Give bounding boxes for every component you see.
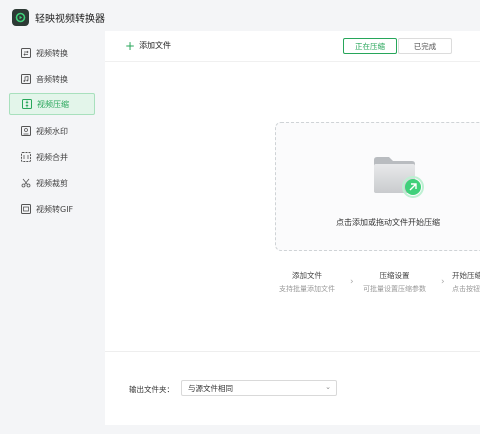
drop-zone-text: 点击添加或拖动文件开始压缩 bbox=[336, 218, 440, 227]
bottom-strip bbox=[105, 425, 480, 434]
sidebar: 视频转换 音频转换 视频压缩 视频水印 视频合并 视频裁剪 视频转GIF bbox=[0, 34, 104, 434]
scissors-icon bbox=[21, 178, 31, 188]
merge-icon bbox=[21, 152, 31, 162]
steps-guide: 添加文件 支持批量添加文件 › 压缩设置 可批量设置压缩参数 › 开始压缩 点击… bbox=[105, 270, 480, 300]
divider bbox=[105, 351, 480, 352]
sidebar-item-label: 视频合并 bbox=[36, 152, 68, 162]
sidebar-item-video-to-gif[interactable]: 视频转GIF bbox=[9, 198, 95, 220]
chevron-right-icon: › bbox=[350, 277, 354, 287]
output-folder-select[interactable]: 与源文件相同 ⌄ bbox=[181, 380, 337, 396]
step-title: 添加文件 bbox=[292, 271, 322, 280]
step-compress-settings: 压缩设置 可批量设置压缩参数 bbox=[363, 270, 426, 294]
toolbar: + 添加文件 正在压缩 已完成 bbox=[105, 31, 480, 62]
app-logo-icon bbox=[12, 8, 29, 26]
sidebar-item-label: 音频转换 bbox=[36, 74, 68, 84]
sidebar-item-video-merge[interactable]: 视频合并 bbox=[9, 146, 95, 168]
sidebar-item-video-compress[interactable]: 视频压缩 bbox=[9, 93, 95, 115]
drop-zone[interactable]: 点击添加或拖动文件开始压缩 bbox=[275, 122, 480, 251]
step-desc: 可批量设置压缩参数 bbox=[363, 285, 426, 293]
sidebar-item-label: 视频水印 bbox=[36, 126, 68, 136]
add-file-button[interactable]: + 添加文件 bbox=[125, 38, 172, 53]
watermark-icon bbox=[21, 126, 31, 136]
step-add-file: 添加文件 支持批量添加文件 bbox=[279, 270, 335, 294]
folder-icon bbox=[372, 154, 424, 198]
audio-convert-icon bbox=[21, 74, 31, 84]
tab-completed[interactable]: 已完成 bbox=[398, 38, 452, 54]
sidebar-item-label: 视频裁剪 bbox=[36, 178, 68, 188]
gif-icon bbox=[21, 204, 31, 214]
output-folder-value: 与源文件相同 bbox=[188, 383, 233, 393]
sidebar-item-video-convert[interactable]: 视频转换 bbox=[9, 42, 95, 64]
title-bar: 轻映视频转换器 bbox=[0, 0, 480, 34]
main-panel: + 添加文件 正在压缩 已完成 点击添加或拖动文件开始压缩 添加文件 支持批量添… bbox=[105, 31, 480, 434]
video-convert-icon bbox=[21, 48, 31, 58]
sidebar-item-label: 视频压缩 bbox=[37, 99, 69, 109]
plus-icon: + bbox=[125, 38, 136, 53]
tab-compressing[interactable]: 正在压缩 bbox=[343, 38, 397, 54]
step-title: 压缩设置 bbox=[379, 271, 410, 280]
output-folder-label: 输出文件夹： bbox=[129, 385, 174, 394]
app-title: 轻映视频转换器 bbox=[35, 13, 105, 25]
sidebar-item-audio-convert[interactable]: 音频转换 bbox=[9, 68, 95, 90]
chevron-down-icon: ⌄ bbox=[325, 383, 331, 391]
step-start-compress: 开始压缩 点击按钮 bbox=[452, 270, 480, 294]
sidebar-item-video-crop[interactable]: 视频裁剪 bbox=[9, 172, 95, 194]
video-compress-icon bbox=[22, 99, 32, 109]
sidebar-item-label: 视频转GIF bbox=[36, 204, 74, 214]
sidebar-item-label: 视频转换 bbox=[36, 48, 68, 58]
chevron-right-icon: › bbox=[441, 277, 445, 287]
add-file-label: 添加文件 bbox=[139, 41, 172, 50]
step-desc: 点击按钮 bbox=[452, 285, 480, 293]
step-desc: 支持批量添加文件 bbox=[279, 285, 335, 293]
step-title: 开始压缩 bbox=[452, 271, 480, 280]
sidebar-item-video-watermark[interactable]: 视频水印 bbox=[9, 120, 95, 142]
